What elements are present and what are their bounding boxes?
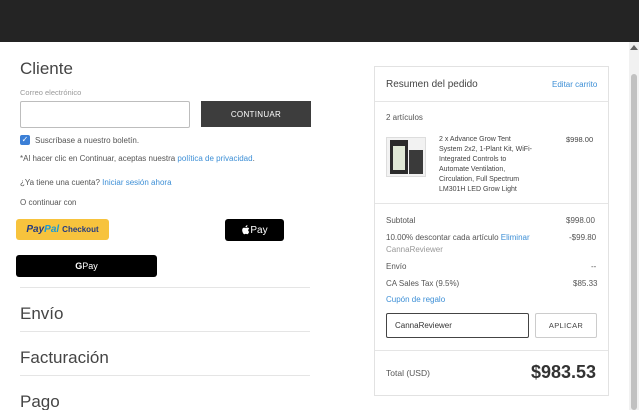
shipping-label: Envío (386, 262, 407, 271)
paypal-checkout-button[interactable]: Pay Pal Checkout (16, 219, 109, 240)
email-label: Correo electrónico (20, 88, 82, 97)
product-line: Circulation, Full Spectrum (439, 176, 520, 183)
product-line: 2 x Advance Grow Tent (439, 136, 511, 143)
google-pay-label: Pay (82, 261, 98, 271)
coupon-code-input[interactable]: CannaReviewer (386, 313, 529, 338)
apple-icon (242, 225, 250, 235)
product-line: System 2x2, 1-Plant Kit, WiFi- (439, 146, 532, 153)
total-label: Total (USD) (386, 368, 430, 378)
discount-value: -$99.80 (569, 233, 597, 242)
payment-section-title[interactable]: Pago (20, 392, 60, 410)
subtotal-label: Subtotal (386, 216, 416, 225)
product-line: LM301H LED Grow Light (439, 186, 517, 193)
gift-coupon-link[interactable]: Cupón de regalo (386, 295, 445, 304)
discount-code: CannaReviewer (386, 245, 443, 254)
subtotal-value: $998.00 (566, 216, 595, 225)
shipping-value: -- (591, 262, 597, 271)
scroll-up-arrow-icon[interactable] (630, 45, 638, 50)
paypal-checkout-label: Checkout (62, 225, 99, 234)
sign-in-link[interactable]: Iniciar sesión ahora (102, 178, 171, 187)
privacy-suffix: . (252, 154, 255, 163)
section-divider (20, 331, 310, 332)
controller-box-image (409, 150, 423, 174)
summary-divider (375, 350, 608, 351)
billing-section-title[interactable]: Facturación (20, 348, 109, 368)
account-prefix: ¿Ya tiene una cuenta? (20, 178, 103, 187)
edit-cart-link[interactable]: Editar carrito (552, 80, 597, 89)
product-line: Integrated Controls to (439, 156, 507, 163)
privacy-prefix: *Al hacer clic en Continuar, aceptas nue… (20, 154, 178, 163)
product-description: 2 x Advance Grow Tent System 2x2, 1-Plan… (439, 135, 557, 195)
tax-label: CA Sales Tax (9.5%) (386, 279, 460, 288)
customer-section-title: Cliente (20, 59, 73, 78)
newsletter-checkbox[interactable]: ✓ (20, 135, 30, 145)
apply-coupon-button[interactable]: APLICAR (535, 313, 597, 338)
remove-discount-link[interactable]: Eliminar (501, 233, 530, 242)
paypal-logo-part1: Pay (26, 224, 45, 235)
product-price: $998.00 (566, 135, 594, 144)
section-divider (20, 287, 310, 288)
order-summary-title: Resumen del pedido (386, 79, 478, 90)
scrollbar-thumb[interactable] (631, 74, 637, 410)
google-pay-button[interactable]: G Pay (16, 255, 157, 277)
newsletter-label: Suscríbase a nuestro boletín. (35, 136, 140, 145)
items-count: 2 artículos (386, 113, 423, 122)
section-divider (20, 375, 310, 376)
discount-line: 10.00% descontar cada artículo Eliminar (386, 233, 530, 242)
continue-button[interactable]: CONTINUAR (201, 101, 311, 127)
google-g-icon: G (75, 261, 83, 271)
discount-label: 10.00% descontar cada artículo (386, 233, 501, 242)
privacy-policy-link[interactable]: política de privacidad (177, 154, 252, 163)
total-value: $983.53 (531, 362, 597, 382)
privacy-notice: *Al hacer clic en Continuar, aceptas nue… (20, 154, 255, 163)
shipping-section-title[interactable]: Envío (20, 304, 63, 324)
summary-divider (375, 203, 608, 204)
apple-pay-label: Pay (250, 224, 268, 236)
top-header-bar (0, 0, 639, 42)
product-line: Automate Ventilation, (439, 166, 506, 173)
grow-tent-opening (393, 146, 405, 170)
apple-pay-button[interactable]: Pay (225, 219, 284, 241)
paypal-logo-part2: Pal (44, 224, 60, 235)
account-prompt: ¿Ya tiene una cuenta? Iniciar sesión aho… (20, 178, 172, 187)
tax-value: $85.33 (573, 279, 598, 288)
email-input[interactable] (20, 101, 190, 128)
or-continue-label: O continuar con (20, 198, 77, 207)
summary-divider (375, 101, 608, 102)
